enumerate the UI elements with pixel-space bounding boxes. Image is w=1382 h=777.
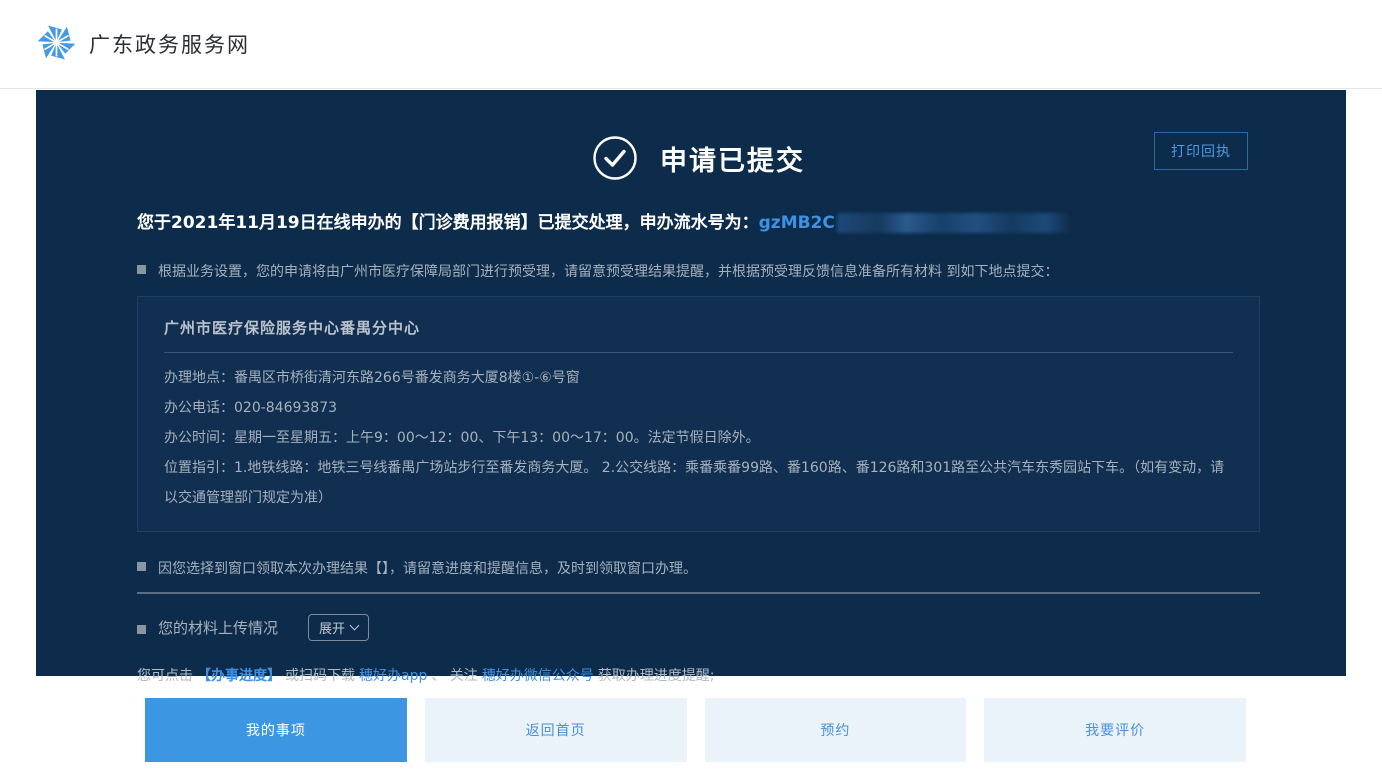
progress-text-1: 您可点击 bbox=[137, 668, 193, 684]
center-address-line: 办理地点：番禺区市桥街清河东路266号番发商务大厦8楼①-⑥号窗 bbox=[164, 363, 1233, 393]
back-home-button[interactable]: 返回首页 bbox=[425, 698, 687, 762]
suihaoban-app-link[interactable]: 穗好办app bbox=[359, 668, 427, 684]
circle-check-icon bbox=[592, 135, 638, 181]
progress-text-2: 或扫码下载 bbox=[285, 668, 355, 684]
expand-button-label: 展开 bbox=[319, 618, 345, 637]
card-divider bbox=[164, 352, 1233, 353]
submission-result-panel: 打印回执 申请已提交 您于2021年11月19日在线申办的【门诊费用报销】已提交… bbox=[36, 90, 1346, 676]
wechat-account-link[interactable]: 穗好办微信公众号 bbox=[482, 668, 594, 684]
progress-text-4: 获取办理进度提醒; bbox=[598, 668, 715, 684]
upload-status-label: 您的材料上传情况 bbox=[158, 617, 278, 638]
section-divider bbox=[137, 592, 1260, 594]
preaccept-notice-row: 根据业务设置，您的申请将由广州市医疗保障局部门进行预受理，请留意预受理结果提醒，… bbox=[137, 261, 1260, 281]
progress-text-3: 、 关注 bbox=[431, 668, 477, 684]
bullet-square-icon bbox=[137, 625, 146, 634]
site-logo-link[interactable]: 广东政务服务网 bbox=[38, 24, 250, 65]
status-title-row: 申请已提交 bbox=[137, 134, 1260, 182]
window-pickup-notice-text: 因您选择到窗口领取本次办理结果【】，请留意进度和提醒信息，及时到领取窗口办理。 bbox=[158, 558, 697, 578]
print-receipt-button[interactable]: 打印回执 bbox=[1154, 132, 1248, 170]
submission-summary: 您于2021年11月19日在线申办的【门诊费用报销】已提交处理，申办流水号为：g… bbox=[137, 208, 1260, 233]
my-matters-button[interactable]: 我的事项 bbox=[145, 698, 407, 762]
appointment-button[interactable]: 预约 bbox=[705, 698, 967, 762]
center-phone-line: 办公电话：020-84693873 bbox=[164, 393, 1233, 423]
expand-upload-button[interactable]: 展开 bbox=[308, 614, 369, 641]
preaccept-notice-text: 根据业务设置，您的申请将由广州市医疗保障局部门进行预受理，请留意预受理结果提醒，… bbox=[158, 261, 1058, 281]
rate-service-button[interactable]: 我要评价 bbox=[984, 698, 1246, 762]
progress-hint-line: 您可点击【办事进度】或扫码下载穗好办app、 关注穗好办微信公众号获取办理进度提… bbox=[137, 665, 1260, 685]
service-center-name: 广州市医疗保险服务中心番禺分中心 bbox=[164, 317, 1233, 338]
window-pickup-notice-row: 因您选择到窗口领取本次办理结果【】，请留意进度和提醒信息，及时到领取窗口办理。 bbox=[137, 558, 1260, 578]
center-directions-line: 位置指引：1.地铁线路：地铁三号线番禺广场站步行至番发商务大厦。 2.公交线路：… bbox=[164, 453, 1233, 513]
pinwheel-flower-icon bbox=[38, 24, 75, 65]
bullet-square-icon bbox=[137, 562, 146, 571]
upload-status-row: 您的材料上传情况 展开 bbox=[137, 614, 1260, 641]
progress-link[interactable]: 【办事进度】 bbox=[197, 668, 281, 684]
site-header: 广东政务服务网 bbox=[0, 0, 1382, 89]
chevron-down-icon bbox=[350, 621, 360, 631]
service-center-card: 广州市医疗保险服务中心番禺分中心 办理地点：番禺区市桥街清河东路266号番发商务… bbox=[137, 296, 1260, 532]
footer-action-bar: 我的事项 返回首页 预约 我要评价 bbox=[145, 698, 1246, 762]
flow-number-redacted-blur bbox=[837, 213, 1069, 233]
flow-number: gzMB2C bbox=[759, 213, 835, 233]
site-title: 广东政务服务网 bbox=[89, 29, 250, 59]
submission-text: 您于2021年11月19日在线申办的【门诊费用报销】已提交处理，申办流水号为： bbox=[137, 213, 759, 233]
center-hours-line: 办公时间：星期一至星期五：上午9：00～12：00、下午13：00～17：00。… bbox=[164, 423, 1233, 453]
bullet-square-icon bbox=[137, 265, 146, 274]
page-title: 申请已提交 bbox=[660, 139, 805, 178]
